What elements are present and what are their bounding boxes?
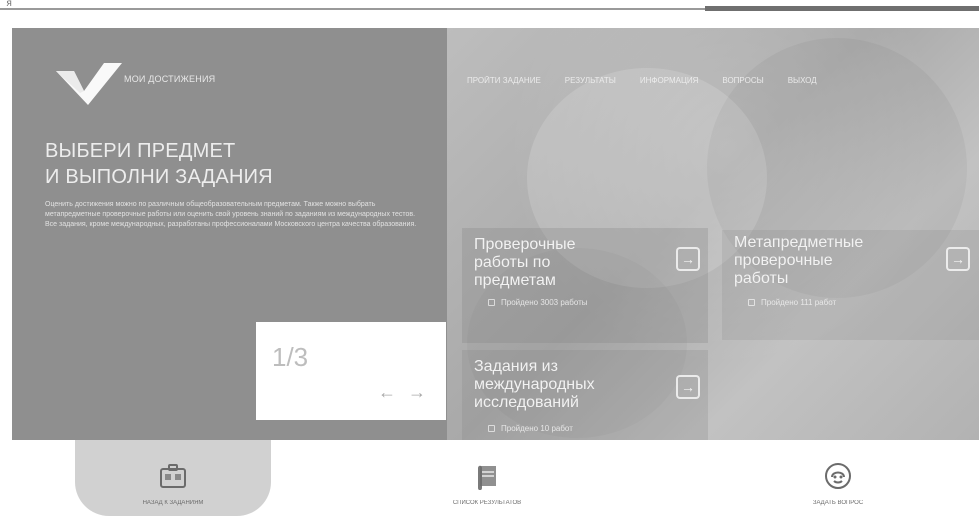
card-meta-works-title-line3: работы <box>734 270 789 287</box>
bottom-tab-results[interactable]: СПИСОК РЕЗУЛЬТАТОВ <box>407 458 567 506</box>
card-international-title: Задания из международных исследований <box>474 358 694 412</box>
slider-prev-arrow[interactable]: ← <box>378 382 396 403</box>
check-icon <box>488 425 495 432</box>
slider-box: 1/3 ← → <box>256 322 446 420</box>
slide-counter: 1/3 <box>272 342 309 372</box>
hero-headline: ВЫБЕРИ ПРЕДМЕТ И ВЫПОЛНИ ЗАДАНИЯ <box>45 138 425 190</box>
card-meta-works-arrow-button[interactable]: → <box>946 247 970 271</box>
support-agent-icon-svg <box>825 463 851 489</box>
card-international-title-line3: исследований <box>474 394 579 411</box>
card-subject-works-sub: Пройдено 3003 работы <box>488 298 588 307</box>
bottom-tab-ask-label: ЗАДАТЬ ВОПРОС <box>812 500 864 506</box>
nav-item-info[interactable]: ИНФОРМАЦИЯ <box>640 76 699 85</box>
bottom-tab-back[interactable]: НАЗАД К ЗАДАНИЯМ <box>93 458 253 506</box>
bottom-tabs: НАЗАД К ЗАДАНИЯМ СПИСОК РЕЗУЛЬТАТОВ ЗАДА… <box>0 440 979 516</box>
card-subject-works-title: Проверочные работы по предметам <box>474 236 664 290</box>
bottom-tab-back-label: НАЗАД К ЗАДАНИЯМ <box>142 500 204 506</box>
brand-text: МОИ ДОСТИЖЕНИЯ <box>124 74 216 84</box>
nav-item-exit[interactable]: ВЫХОД <box>788 76 817 85</box>
briefcase-icon-svg <box>160 464 186 488</box>
hero-headline-line2: И ВЫПОЛНИ ЗАДАНИЯ <box>45 166 273 188</box>
top-navigation: ПРОЙТИ ЗАДАНИЕ РЕЗУЛЬТАТЫ ИНФОРМАЦИЯ ВОП… <box>467 76 817 85</box>
nav-item-results[interactable]: РЕЗУЛЬТАТЫ <box>565 76 616 85</box>
card-subject-works-title-line3: предметам <box>474 272 556 289</box>
card-international-sub-text: Пройдено 10 работ <box>501 424 573 433</box>
card-meta-works-sub-text: Пройдено 111 работ <box>761 298 837 307</box>
card-subject-works-title-line2: работы по <box>474 254 551 271</box>
logo-icon[interactable] <box>54 61 124 107</box>
nav-item-questions[interactable]: ВОПРОСЫ <box>722 76 763 85</box>
support-agent-icon <box>820 458 856 494</box>
hero-headline-line1: ВЫБЕРИ ПРЕДМЕТ <box>45 140 236 162</box>
card-meta-works-sub: Пройдено 111 работ <box>748 298 836 307</box>
arrow-right-icon: → <box>681 251 695 267</box>
check-icon <box>748 299 755 306</box>
card-meta-works-title-line2: проверочные <box>734 252 833 269</box>
card-subject-works-title-line1: Проверочные <box>474 236 576 253</box>
top-bar-accent <box>705 6 979 11</box>
top-bar: я <box>0 0 979 16</box>
hero-description: Оценить достижения можно по различным об… <box>45 201 417 228</box>
card-meta-works-title: Метапредметные проверочные работы <box>734 234 944 288</box>
check-icon <box>488 299 495 306</box>
hero-banner: МОИ ДОСТИЖЕНИЯ ПРОЙТИ ЗАДАНИЕ РЕЗУЛЬТАТЫ… <box>12 28 979 440</box>
card-international-title-line2: международных <box>474 376 595 393</box>
card-international-title-line1: Задания из <box>474 358 558 375</box>
bottom-tab-results-label: СПИСОК РЕЗУЛЬТАТОВ <box>452 500 522 506</box>
card-subject-works-arrow-button[interactable]: → <box>676 247 700 271</box>
scroll-icon <box>469 458 505 494</box>
card-meta-works-title-line1: Метапредметные <box>734 234 864 251</box>
bottom-tab-ask[interactable]: ЗАДАТЬ ВОПРОС <box>758 458 918 506</box>
scroll-icon-svg <box>478 465 496 490</box>
nav-item-pass-task[interactable]: ПРОЙТИ ЗАДАНИЕ <box>467 76 541 85</box>
slider-next-arrow[interactable]: → <box>408 382 426 403</box>
card-subject-works-sub-text: Пройдено 3003 работы <box>501 298 588 307</box>
arrow-right-icon: → <box>951 251 965 267</box>
card-international-arrow-button[interactable]: → <box>676 375 700 399</box>
arrow-right-icon: → <box>681 379 695 395</box>
card-international-sub: Пройдено 10 работ <box>488 424 573 433</box>
briefcase-icon <box>155 458 191 494</box>
